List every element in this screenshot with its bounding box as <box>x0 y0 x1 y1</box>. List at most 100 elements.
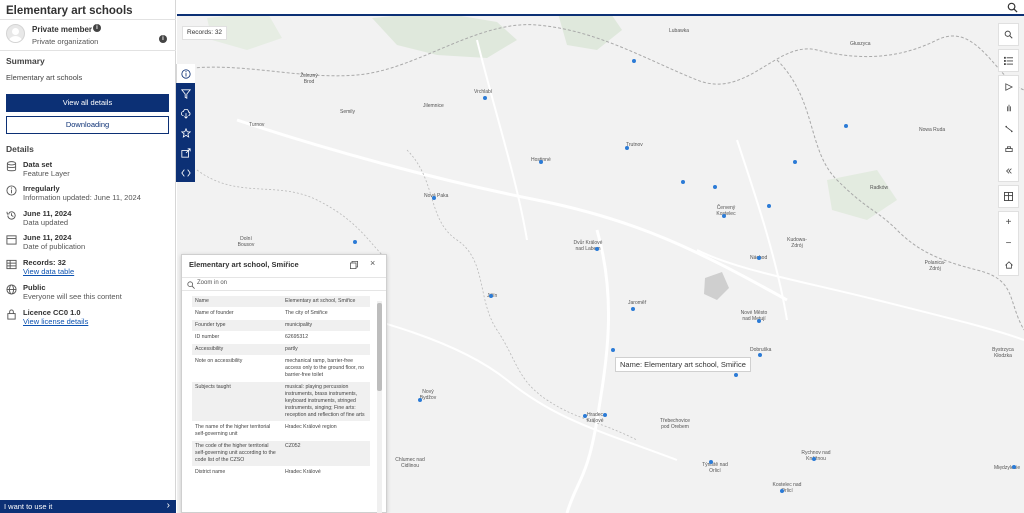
use-it-label: I want to use it <box>4 502 53 511</box>
zoom-to-button[interactable]: Zoom in on <box>182 277 386 291</box>
map-point[interactable] <box>483 96 487 100</box>
map-point[interactable] <box>758 353 762 357</box>
map-point[interactable] <box>767 204 771 208</box>
dock-icon[interactable] <box>350 261 358 269</box>
print-button[interactable] <box>999 139 1018 160</box>
map-point[interactable] <box>757 256 761 260</box>
info-icon[interactable]: i <box>93 24 101 32</box>
map-point[interactable] <box>793 160 797 164</box>
map-point[interactable] <box>595 247 599 251</box>
map-point[interactable] <box>734 373 738 377</box>
info-icon[interactable]: i <box>159 35 167 43</box>
map-point[interactable] <box>625 146 629 150</box>
town-label: Semily <box>340 109 356 115</box>
table-row: ID number 62695312 <box>192 332 370 344</box>
chevrons-left-icon <box>1005 167 1012 174</box>
map-point[interactable] <box>681 180 685 184</box>
detail-sub: Everyone will see this content <box>23 292 122 301</box>
map-point[interactable] <box>418 398 422 402</box>
map-point[interactable] <box>713 185 717 189</box>
attr-key: Founder type <box>195 322 226 328</box>
measure-button[interactable] <box>999 118 1018 139</box>
tab-info[interactable] <box>176 64 195 83</box>
view-license-details-link[interactable]: View license details <box>23 317 88 326</box>
view-data-table-link[interactable]: View data table <box>23 267 74 276</box>
tab-download[interactable] <box>176 104 195 123</box>
attr-value: CZ052 <box>285 443 301 449</box>
downloading-button[interactable]: Downloading <box>6 116 169 134</box>
globe-icon <box>6 284 17 295</box>
home-icon <box>1004 260 1013 269</box>
town-label: Turnov <box>249 122 265 128</box>
map-point[interactable] <box>780 489 784 493</box>
attr-key: Subjects taught <box>195 384 231 390</box>
map-point[interactable] <box>844 124 848 128</box>
legend-button[interactable] <box>999 50 1018 71</box>
map-point[interactable] <box>722 214 726 218</box>
basemap-button[interactable] <box>999 186 1018 207</box>
attr-key: Accessibility <box>195 346 224 352</box>
town-label: Vrchlabí <box>474 89 493 95</box>
map-point[interactable] <box>812 457 816 461</box>
use-it-bar[interactable]: I want to use it › <box>0 500 176 513</box>
divider <box>0 19 176 20</box>
home-button[interactable] <box>999 254 1018 275</box>
scrollbar-thumb[interactable] <box>377 303 382 391</box>
tab-api[interactable] <box>176 163 195 182</box>
map-point[interactable] <box>603 413 607 417</box>
detail-title: Records: 32 <box>23 258 66 267</box>
zoom-in-button[interactable]: + <box>999 212 1018 233</box>
town-label: Kudowa-Zdrój <box>787 237 807 249</box>
map-point[interactable] <box>611 348 615 352</box>
town-label: Nová Paka <box>424 193 449 199</box>
attr-value: partly <box>285 346 298 352</box>
map-point[interactable] <box>539 160 543 164</box>
map-point[interactable] <box>489 294 493 298</box>
map-point[interactable] <box>1012 465 1016 469</box>
close-icon[interactable]: × <box>370 258 375 268</box>
zoom-out-button[interactable]: − <box>999 233 1018 254</box>
divider <box>0 50 176 51</box>
map-point[interactable] <box>709 460 713 464</box>
navigate-button[interactable] <box>999 76 1018 97</box>
table-row: Accessibility partly <box>192 344 370 356</box>
attr-key: ID number <box>195 334 220 340</box>
view-all-details-button[interactable]: View all details <box>6 94 169 112</box>
map-top-bar <box>177 0 1024 16</box>
tab-share[interactable] <box>176 143 195 162</box>
detail-sub: Information updated: June 11, 2024 <box>23 193 141 202</box>
map-point[interactable] <box>583 414 587 418</box>
records-badge: Records: 32 <box>182 26 228 40</box>
attr-value: 62695312 <box>285 334 309 340</box>
grid-icon <box>1004 192 1013 201</box>
search-icon[interactable] <box>1007 2 1018 13</box>
search-map-button[interactable] <box>999 24 1018 45</box>
map-point[interactable] <box>353 240 357 244</box>
town-label: Nové Město nad Metují <box>740 310 768 322</box>
minus-icon: − <box>1005 238 1012 249</box>
town-label: Bystrzyca Kłodzka <box>992 347 1014 359</box>
search-icon <box>1004 30 1013 39</box>
page-title: Elementary art schools <box>6 5 133 17</box>
collapse-button[interactable] <box>999 160 1018 181</box>
list-icon <box>1004 56 1013 65</box>
tab-filter[interactable] <box>176 84 195 103</box>
map-point[interactable] <box>757 319 761 323</box>
attr-value: musical: playing percussion instruments,… <box>285 384 365 418</box>
detail-sub: Data updated <box>23 218 69 227</box>
filter-icon <box>180 88 191 99</box>
tab-favorite[interactable] <box>176 123 195 142</box>
map-point[interactable] <box>632 59 636 63</box>
pan-button[interactable] <box>999 97 1018 118</box>
attr-value: mechanical ramp, barrier-free access onl… <box>285 358 365 378</box>
table-row: Name of founder The city of Smiřice <box>192 308 370 320</box>
map-point[interactable] <box>631 307 635 311</box>
map-toolbar-zoom: + − <box>998 211 1019 276</box>
detail-title: June 11, 2024 <box>23 233 72 242</box>
popup-scrollbar[interactable] <box>377 301 382 513</box>
town-label: Nowa Ruda <box>919 127 946 133</box>
zoom-to-label: Zoom in on <box>197 280 228 286</box>
map-point[interactable] <box>432 196 436 200</box>
town-label: Rychnov nad Kněžnou <box>801 450 831 462</box>
code-icon <box>180 168 191 177</box>
